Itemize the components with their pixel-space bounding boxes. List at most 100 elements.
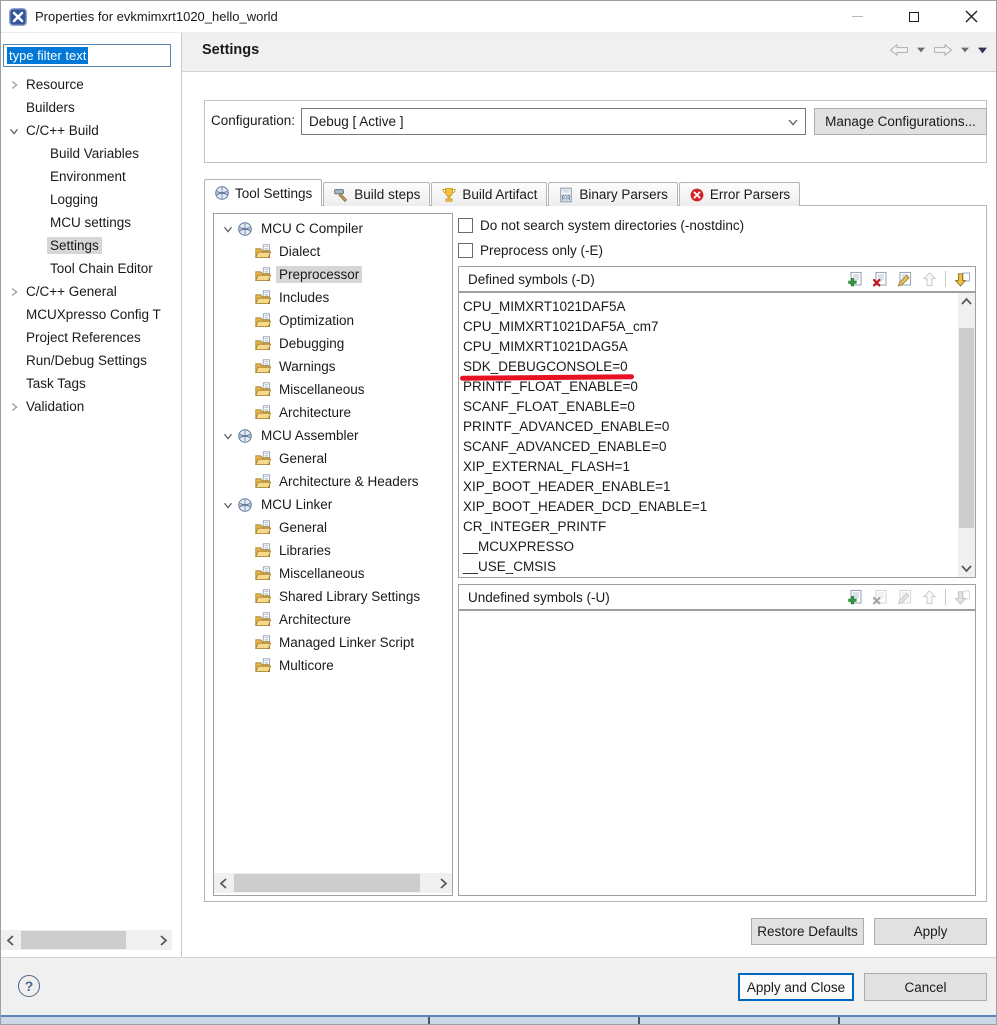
defined-symbol-item[interactable]: CPU_MIMXRT1021DAF5A_cm7 (461, 317, 956, 337)
defined-symbols-scrollbar[interactable] (958, 293, 975, 577)
scroll-left-icon[interactable] (214, 873, 232, 893)
scroll-right-icon[interactable] (154, 930, 172, 950)
maximize-button[interactable] (891, 1, 937, 32)
defined-symbol-item[interactable]: XIP_BOOT_HEADER_ENABLE=1 (461, 477, 956, 497)
manage-configurations-button[interactable]: Manage Configurations... (814, 108, 987, 135)
tool-tree-item-shared-library-settings[interactable]: Shared Library Settings (214, 585, 452, 608)
tool-tree-item-miscellaneous[interactable]: Miscellaneous (214, 562, 452, 585)
defined-symbol-item[interactable]: SCANF_FLOAT_ENABLE=0 (461, 397, 956, 417)
scroll-up-icon[interactable] (958, 293, 975, 310)
chevron-down-icon[interactable] (219, 428, 237, 444)
tool-tree-item-general[interactable]: General (214, 516, 452, 539)
defined-symbol-item[interactable]: __MCUXPRESSO (461, 537, 956, 557)
tool-tree-horizontal-scrollbar[interactable] (214, 873, 452, 893)
defined-symbol-item[interactable]: PRINTF_ADVANCED_ENABLE=0 (461, 417, 956, 437)
close-button[interactable] (948, 1, 994, 32)
sidebar-item-builders[interactable]: Builders (1, 96, 180, 119)
apply-button[interactable]: Apply (874, 918, 987, 945)
move-up-button[interactable] (920, 588, 938, 606)
sidebar-horizontal-scrollbar[interactable] (1, 930, 172, 950)
sidebar-item-c-c-build[interactable]: C/C++ Build (1, 119, 180, 142)
cancel-button[interactable]: Cancel (864, 973, 987, 1001)
defined-symbol-item[interactable]: SCANF_ADVANCED_ENABLE=0 (461, 437, 956, 457)
tab-error-parsers[interactable]: Error Parsers (679, 182, 800, 206)
tool-tree-item-optimization[interactable]: Optimization (214, 309, 452, 332)
move-down-button[interactable] (953, 270, 971, 288)
sidebar-item-project-references[interactable]: Project References (1, 326, 180, 349)
tool-tree-item-warnings[interactable]: Warnings (214, 355, 452, 378)
restore-defaults-button[interactable]: Restore Defaults (751, 918, 864, 945)
tool-tree-item-libraries[interactable]: Libraries (214, 539, 452, 562)
forward-arrow-button[interactable] (933, 43, 953, 57)
chevron-right-icon[interactable] (5, 399, 23, 415)
move-up-button[interactable] (920, 270, 938, 288)
tab-tool-settings[interactable]: Tool Settings (204, 179, 322, 206)
tool-tree-item-managed-linker-script[interactable]: Managed Linker Script (214, 631, 452, 654)
defined-symbol-item[interactable]: CPU_MIMXRT1021DAG5A (461, 337, 956, 357)
scroll-left-icon[interactable] (1, 930, 19, 950)
tool-tree-item-multicore[interactable]: Multicore (214, 654, 452, 677)
add-symbol-button[interactable] (845, 588, 863, 606)
chevron-right-icon[interactable] (5, 77, 23, 93)
sidebar-item-validation[interactable]: Validation (1, 395, 180, 418)
defined-symbols-list[interactable]: CPU_MIMXRT1021DAF5ACPU_MIMXRT1021DAF5A_c… (458, 292, 976, 578)
delete-symbol-button[interactable] (870, 588, 888, 606)
apply-and-close-button[interactable]: Apply and Close (738, 973, 854, 1001)
tool-tree-item-includes[interactable]: Includes (214, 286, 452, 309)
tool-tree-item-architecture-headers[interactable]: Architecture & Headers (214, 470, 452, 493)
undefined-symbols-list[interactable] (458, 610, 976, 896)
tab-build-artifact[interactable]: Build Artifact (431, 182, 547, 206)
tool-tree-item-architecture[interactable]: Architecture (214, 608, 452, 631)
view-menu-caret-button[interactable] (977, 46, 988, 55)
tab-build-steps[interactable]: Build steps (323, 182, 430, 206)
sidebar-item-mcuxpresso-config-t[interactable]: MCUXpresso Config T (1, 303, 180, 326)
preprocess-only-checkbox[interactable] (458, 243, 473, 258)
scroll-thumb[interactable] (21, 931, 126, 949)
sidebar-item-task-tags[interactable]: Task Tags (1, 372, 180, 395)
sidebar-item-logging[interactable]: Logging (1, 188, 180, 211)
delete-symbol-button[interactable] (870, 270, 888, 288)
scroll-thumb[interactable] (234, 874, 420, 892)
filter-input[interactable]: type filter text (3, 44, 171, 67)
move-down-button[interactable] (953, 588, 971, 606)
scroll-right-icon[interactable] (434, 873, 452, 893)
chevron-right-icon[interactable] (5, 284, 23, 300)
edit-symbol-button[interactable] (895, 270, 913, 288)
chevron-down-icon[interactable] (219, 497, 237, 513)
tool-tree-item-debugging[interactable]: Debugging (214, 332, 452, 355)
sidebar-item-c-c-general[interactable]: C/C++ General (1, 280, 180, 303)
tool-tree-item-mcu-c-compiler[interactable]: MCU C Compiler (214, 217, 452, 240)
tool-tree-item-mcu-linker[interactable]: MCU Linker (214, 493, 452, 516)
defined-symbol-item[interactable]: CR_INTEGER_PRINTF (461, 517, 956, 537)
back-arrow-button[interactable] (889, 43, 909, 57)
tab-binary-parsers[interactable]: 010Binary Parsers (548, 182, 678, 206)
configuration-select[interactable]: Debug [ Active ] (301, 108, 806, 135)
sidebar-item-build-variables[interactable]: Build Variables (1, 142, 180, 165)
chevron-down-icon[interactable] (5, 123, 23, 139)
tool-tree-item-architecture[interactable]: Architecture (214, 401, 452, 424)
tool-tree-item-general[interactable]: General (214, 447, 452, 470)
minimize-button[interactable] (834, 1, 880, 32)
defined-symbol-item[interactable]: XIP_EXTERNAL_FLASH=1 (461, 457, 956, 477)
sidebar-item-tool-chain-editor[interactable]: Tool Chain Editor (1, 257, 180, 280)
tool-tree-item-dialect[interactable]: Dialect (214, 240, 452, 263)
defined-symbol-item[interactable]: SDK_DEBUGCONSOLE=0 (461, 357, 956, 377)
tool-tree-item-mcu-assembler[interactable]: MCU Assembler (214, 424, 452, 447)
tool-tree-item-preprocessor[interactable]: Preprocessor (214, 263, 452, 286)
sidebar-item-mcu-settings[interactable]: MCU settings (1, 211, 180, 234)
scroll-track[interactable] (19, 930, 154, 950)
scroll-down-icon[interactable] (958, 560, 975, 577)
scroll-track[interactable] (232, 873, 434, 893)
defined-symbol-item[interactable]: __USE_CMSIS (461, 557, 956, 577)
defined-symbol-item[interactable]: PRINTF_FLOAT_ENABLE=0 (461, 377, 956, 397)
sidebar-item-settings[interactable]: Settings (1, 234, 180, 257)
nostdinc-checkbox[interactable] (458, 218, 473, 233)
tool-tree-item-miscellaneous[interactable]: Miscellaneous (214, 378, 452, 401)
edit-symbol-button[interactable] (895, 588, 913, 606)
defined-symbol-item[interactable]: XIP_BOOT_HEADER_DCD_ENABLE=1 (461, 497, 956, 517)
sidebar-item-environment[interactable]: Environment (1, 165, 180, 188)
defined-symbol-item[interactable]: CPU_MIMXRT1021DAF5A (461, 297, 956, 317)
help-button[interactable]: ? (18, 975, 40, 997)
chevron-down-icon[interactable] (219, 221, 237, 237)
caret-down-button[interactable] (960, 46, 970, 54)
